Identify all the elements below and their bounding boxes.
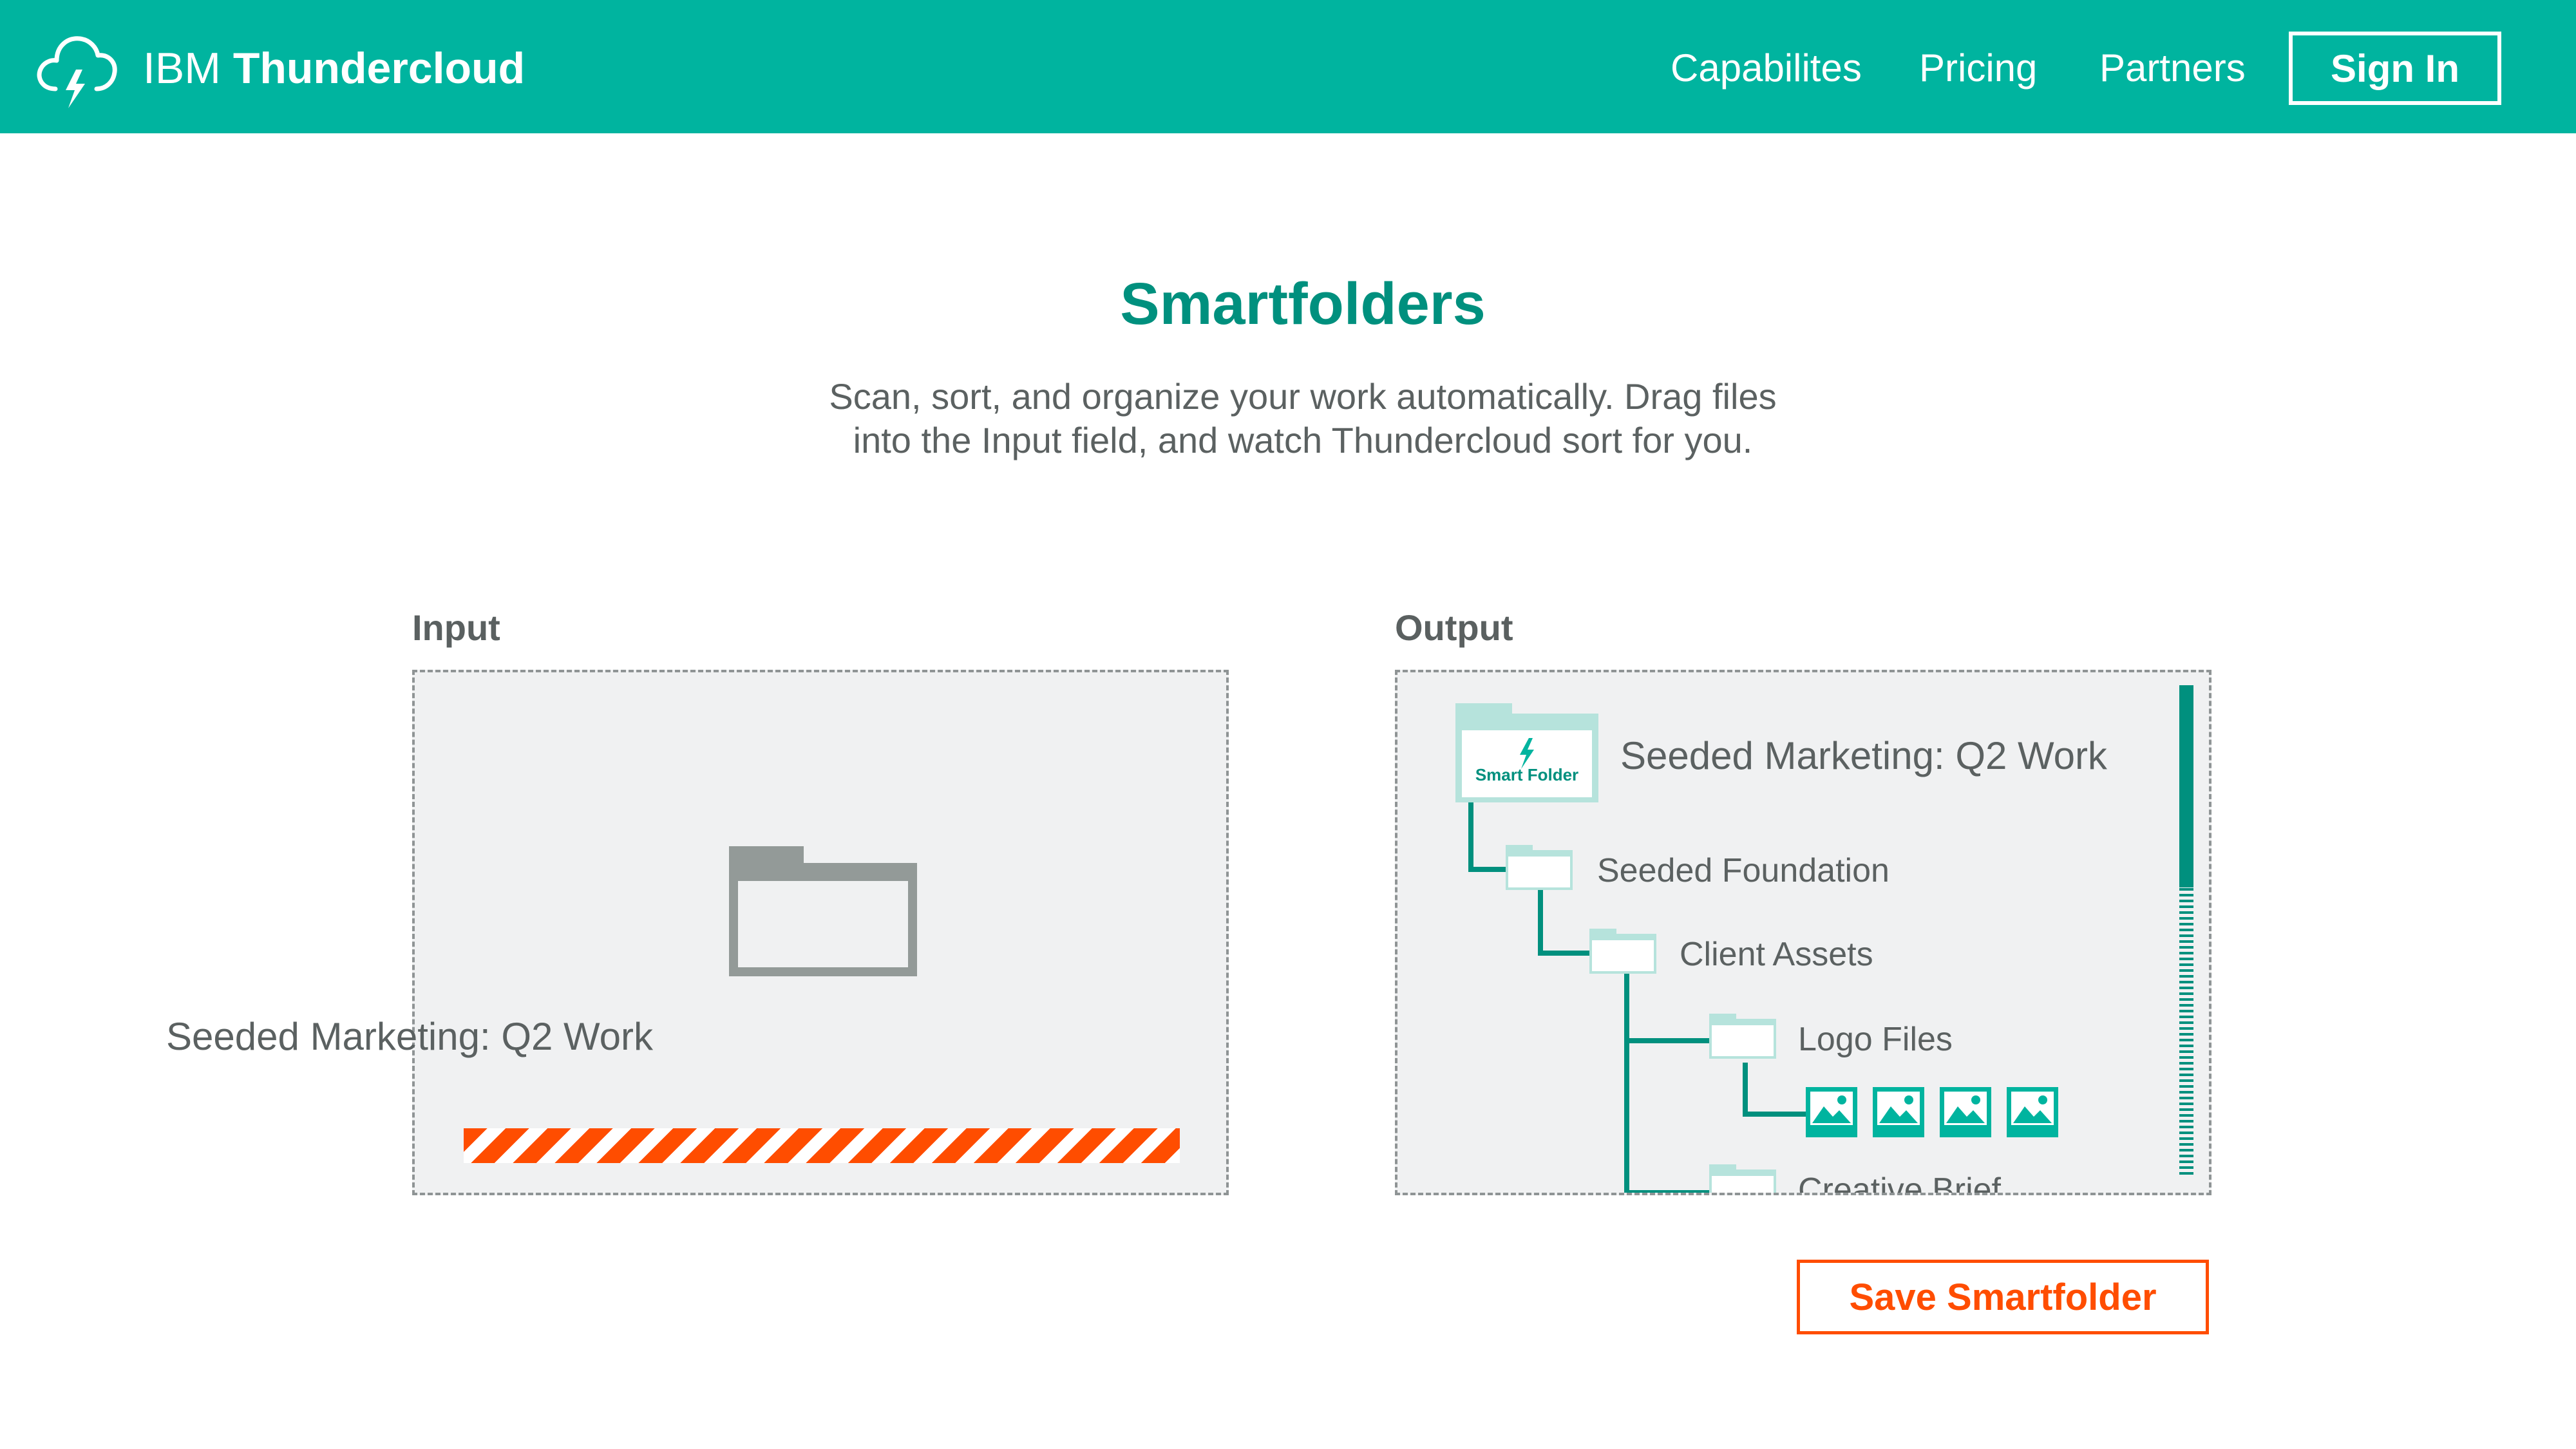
smart-folder-icon[interactable] (1454, 702, 1600, 804)
folder-icon (1709, 1014, 1776, 1059)
folder-icon (1589, 929, 1656, 974)
brand-name: Thundercloud (232, 44, 526, 93)
tree-item-clip: Creative Brief (1704, 1159, 2219, 1193)
page-subtitle-line-1: Scan, sort, and organize your work autom… (829, 376, 1777, 417)
input-folder-name: Seeded Marketing: Q2 Work (166, 1015, 653, 1058)
page-title: Smartfolders (1120, 271, 1486, 337)
nav-partners[interactable]: Partners (2099, 43, 2246, 94)
input-label: Input (412, 607, 500, 648)
image-file-icon[interactable] (2007, 1087, 2058, 1137)
top-navbar: IBM Thundercloud Capabilites Pricing Par… (0, 0, 2576, 133)
tree-item-creative-brief[interactable]: Creative Brief (1798, 1170, 2001, 1193)
tree-root-name[interactable]: Seeded Marketing: Q2 Work (1620, 735, 2107, 777)
brand-logo[interactable]: IBM Thundercloud (143, 43, 525, 94)
upload-progress-bar (464, 1128, 1180, 1163)
nav-pricing[interactable]: Pricing (1919, 43, 2037, 94)
tree-item-seeded-foundation[interactable]: Seeded Foundation (1597, 850, 1889, 891)
output-scrollbar-thumb[interactable] (2179, 685, 2193, 887)
save-smartfolder-button[interactable]: Save Smartfolder (1797, 1260, 2209, 1334)
image-file-icon[interactable] (1806, 1087, 1857, 1137)
image-file-icon[interactable] (1940, 1087, 1991, 1137)
folder-icon (1709, 1164, 1776, 1193)
sign-in-button[interactable]: Sign In (2289, 32, 2501, 105)
brand-prefix: IBM (143, 44, 221, 93)
tree-item-logo-files[interactable]: Logo Files (1798, 1019, 1953, 1060)
tree-item-client-assets[interactable]: Client Assets (1680, 934, 1873, 975)
image-file-icon[interactable] (1873, 1087, 1924, 1137)
folder-icon (1506, 845, 1573, 890)
folder-icon (729, 846, 917, 976)
smart-folder-badge: Smart Folder (1475, 765, 1579, 784)
cloud-lightning-icon[interactable] (33, 22, 118, 112)
page-subtitle-line-2: into the Input field, and watch Thunderc… (853, 420, 1753, 460)
output-label: Output (1395, 607, 1513, 648)
nav-capabilities[interactable]: Capabilites (1671, 43, 1862, 94)
